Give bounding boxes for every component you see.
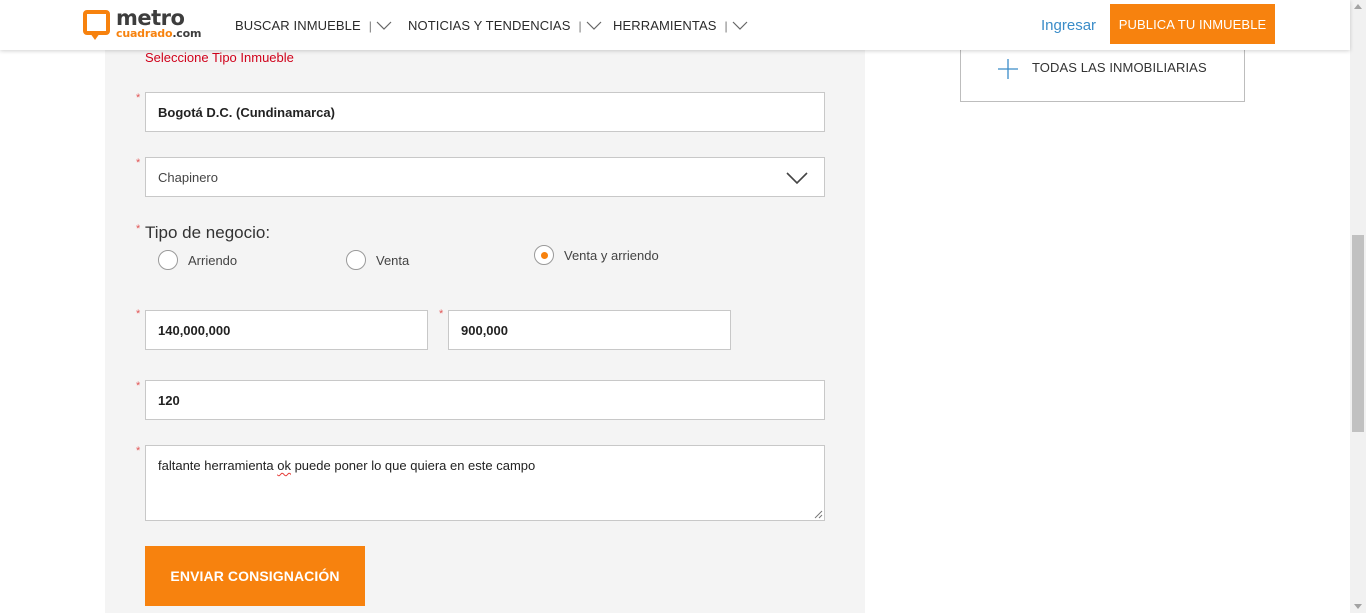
- nav-separator: |: [724, 18, 728, 33]
- radio-circle: [346, 250, 366, 270]
- radio-arriendo-label: Arriendo: [188, 252, 238, 268]
- logo-mark-icon: [83, 10, 110, 40]
- plus-icon: [998, 59, 1018, 79]
- nav-herramientas[interactable]: HERRAMIENTAS |: [613, 18, 748, 33]
- rent-price-field[interactable]: 900,000: [448, 310, 731, 350]
- scroll-down-icon[interactable]: [1354, 604, 1362, 609]
- required-mark: *: [136, 445, 141, 457]
- chevron-down-icon: [732, 21, 748, 30]
- logo-text-cuadrado-word: cuadrado: [116, 27, 173, 40]
- radio-venta-y-arriendo[interactable]: Venta y arriendo: [534, 245, 659, 265]
- nav-separator: |: [368, 18, 372, 33]
- resize-grip-icon[interactable]: [814, 510, 823, 519]
- all-agencies-label: TODAS LAS INMOBILIARIAS: [1032, 60, 1207, 75]
- required-mark: *: [136, 308, 141, 320]
- nav-buscar-inmueble-label: BUSCAR INMUEBLE: [235, 18, 361, 33]
- area-field[interactable]: 120: [145, 380, 825, 420]
- zone-select[interactable]: Chapinero: [145, 157, 825, 197]
- page-scrollbar[interactable]: [1350, 0, 1366, 613]
- logo-text-dotcom: .com: [172, 27, 202, 40]
- comments-text-pre: faltante herramienta: [158, 458, 278, 473]
- comments-textarea[interactable]: faltante herramienta ok puede poner lo q…: [145, 445, 825, 521]
- radio-venta-label: Venta: [376, 252, 410, 268]
- submit-consignment-button[interactable]: ENVIAR CONSIGNACIÓN: [145, 546, 365, 606]
- required-mark: *: [136, 92, 141, 104]
- comments-text-misspelled: ok: [277, 458, 291, 473]
- chevron-down-icon: [376, 21, 392, 30]
- required-mark: *: [439, 308, 444, 320]
- radio-arriendo[interactable]: Arriendo: [158, 250, 237, 270]
- property-type-error: Seleccione Tipo Inmueble: [145, 50, 294, 65]
- logo-text-cuadrado: cuadrado.com: [116, 27, 201, 40]
- radio-venta[interactable]: Venta: [346, 250, 409, 270]
- site-header: metro cuadrado.com BUSCAR INMUEBLE | NOT…: [0, 0, 1350, 50]
- chevron-down-icon: [586, 21, 602, 30]
- business-type-label: Tipo de negocio:: [145, 223, 271, 242]
- required-mark: *: [136, 223, 141, 235]
- nav-noticias-tendencias-label: NOTICIAS Y TENDENCIAS: [408, 18, 571, 33]
- zone-select-value: Chapinero: [158, 169, 218, 185]
- required-mark: *: [136, 380, 141, 392]
- city-field[interactable]: Bogotá D.C. (Cundinamarca): [145, 92, 825, 132]
- scroll-up-icon[interactable]: [1354, 4, 1362, 9]
- radio-venta-y-arriendo-label: Venta y arriendo: [564, 247, 659, 263]
- publish-property-button[interactable]: PUBLICA TU INMUEBLE: [1110, 4, 1275, 44]
- chevron-down-icon: [786, 172, 808, 185]
- nav-separator: |: [578, 18, 582, 33]
- radio-circle-checked: [534, 245, 554, 265]
- nav-buscar-inmueble[interactable]: BUSCAR INMUEBLE |: [235, 18, 392, 33]
- nav-noticias-tendencias[interactable]: NOTICIAS Y TENDENCIAS |: [408, 18, 602, 33]
- login-link[interactable]: Ingresar: [1041, 17, 1096, 34]
- required-mark: *: [136, 157, 141, 169]
- nav-herramientas-label: HERRAMIENTAS: [613, 18, 717, 33]
- comments-text-post: puede poner lo que quiera en este campo: [290, 458, 536, 473]
- sale-price-field[interactable]: 140,000,000: [145, 310, 428, 350]
- site-logo[interactable]: metro cuadrado.com: [83, 6, 213, 42]
- radio-circle: [158, 250, 178, 270]
- scrollbar-thumb[interactable]: [1352, 235, 1364, 432]
